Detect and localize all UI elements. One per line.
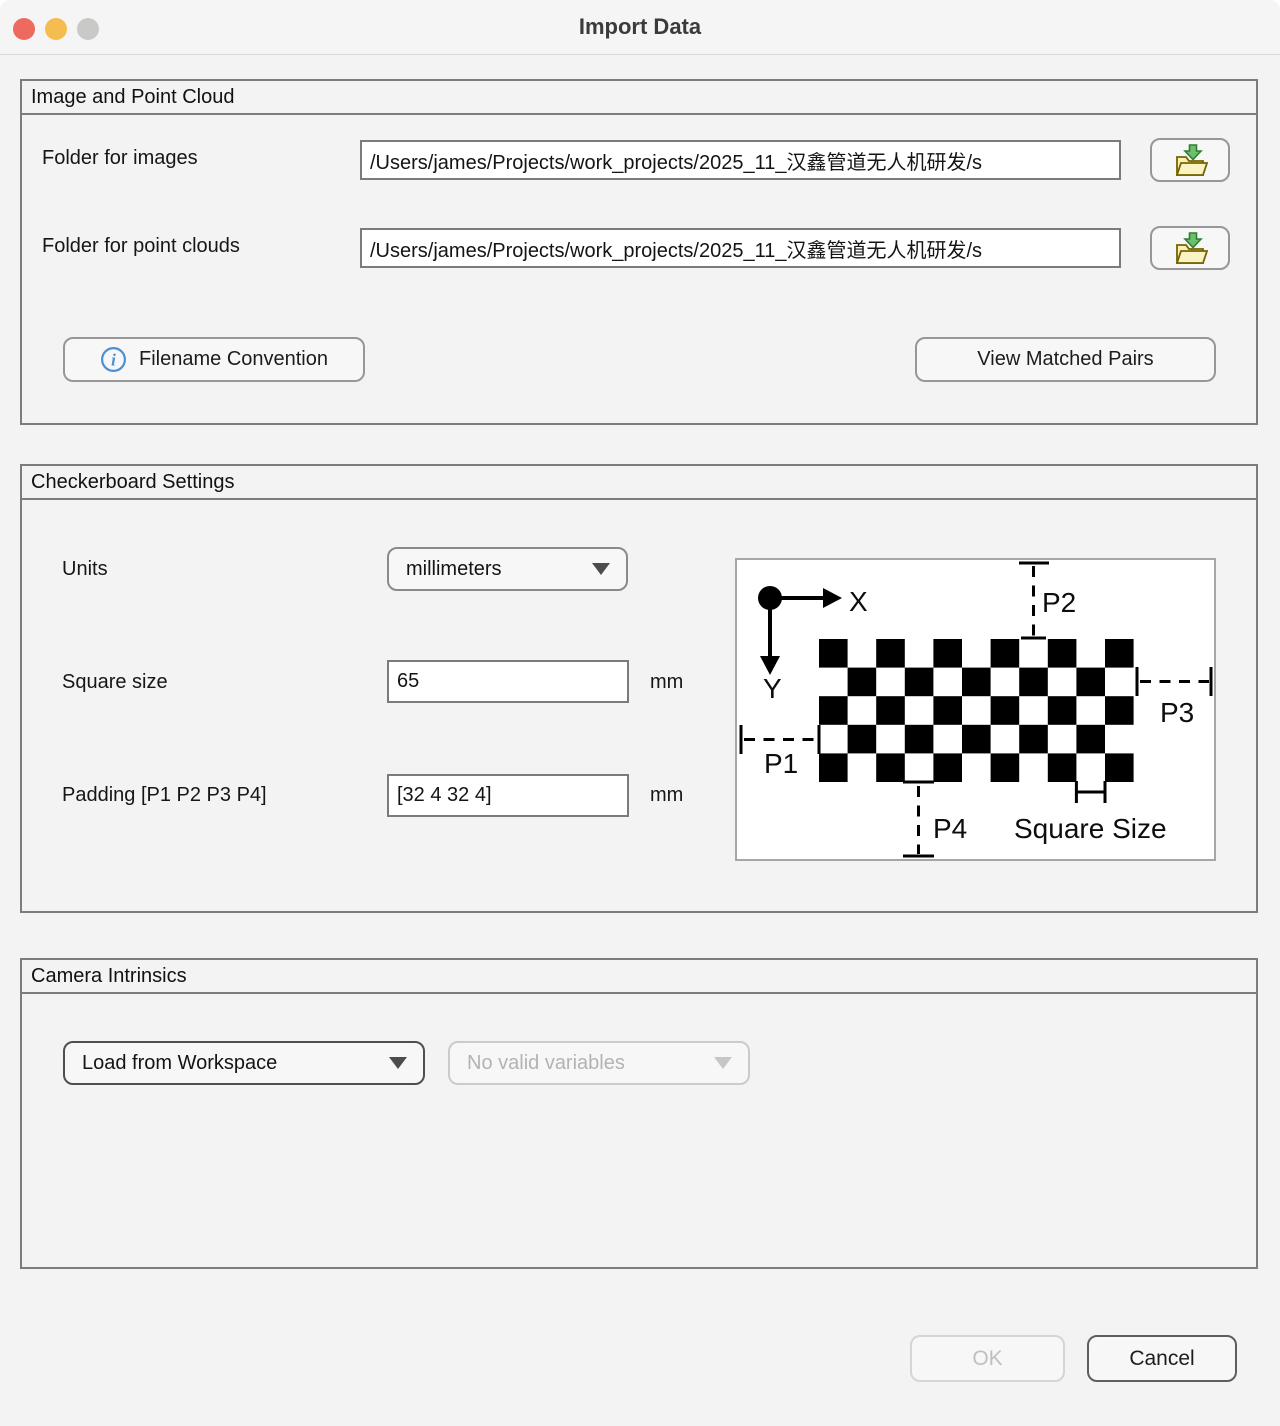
p4-label: P4 (933, 813, 967, 844)
units-label: Units (62, 558, 108, 581)
padding-unit: mm (650, 784, 683, 807)
title-bar: Import Data (0, 0, 1280, 55)
checkerboard-diagram: X Y P2 P3 P1 P4 (735, 558, 1216, 861)
square-size-input[interactable] (387, 660, 629, 703)
chevron-down-icon (389, 1057, 407, 1069)
info-icon: i (100, 346, 127, 373)
p1-label: P1 (764, 748, 798, 779)
checkerboard-squares (819, 639, 1134, 782)
padding-label: Padding [P1 P2 P3 P4] (62, 784, 267, 807)
square-size-unit: mm (650, 671, 683, 694)
cancel-button[interactable]: Cancel (1087, 1335, 1237, 1382)
cancel-button-label: Cancel (1129, 1347, 1194, 1371)
checkerboard-settings-title: Checkerboard Settings (22, 466, 1256, 500)
folder-pointclouds-label: Folder for point clouds (42, 235, 240, 258)
folder-pointclouds-input[interactable] (360, 228, 1121, 268)
view-matched-pairs-label: View Matched Pairs (977, 348, 1153, 371)
checkerboard-diagram-svg: X Y P2 P3 P1 P4 (737, 560, 1214, 859)
svg-text:i: i (111, 351, 116, 370)
import-data-dialog: Import Data Image and Point Cloud Folder… (0, 0, 1280, 1426)
intrinsics-variable-dropdown: No valid variables (448, 1041, 750, 1085)
ok-button-label: OK (972, 1347, 1002, 1371)
browse-pointclouds-button[interactable] (1150, 226, 1230, 270)
intrinsics-source-value: Load from Workspace (82, 1052, 277, 1075)
browse-images-button[interactable] (1150, 138, 1230, 182)
intrinsics-variable-value: No valid variables (467, 1052, 625, 1075)
folder-images-input[interactable] (360, 140, 1121, 180)
square-size-diagram-label: Square Size (1014, 813, 1167, 844)
filename-convention-label: Filename Convention (139, 348, 328, 371)
chevron-down-icon (592, 563, 610, 575)
intrinsics-source-dropdown[interactable]: Load from Workspace (63, 1041, 425, 1085)
window-title: Import Data (0, 14, 1280, 40)
y-axis-label: Y (763, 673, 782, 704)
camera-intrinsics-title: Camera Intrinsics (22, 960, 1256, 994)
filename-convention-button[interactable]: i Filename Convention (63, 337, 365, 382)
x-arrowhead (823, 588, 842, 608)
folder-images-label: Folder for images (42, 147, 198, 170)
chevron-down-icon (714, 1057, 732, 1069)
padding-input[interactable] (387, 774, 629, 817)
units-dropdown[interactable]: millimeters (387, 547, 628, 591)
camera-intrinsics-group: Camera Intrinsics (20, 958, 1258, 1269)
square-size-label: Square size (62, 671, 168, 694)
view-matched-pairs-button[interactable]: View Matched Pairs (915, 337, 1216, 382)
p3-label: P3 (1160, 697, 1194, 728)
folder-open-icon (1170, 142, 1210, 178)
units-dropdown-value: millimeters (406, 558, 502, 581)
image-point-cloud-title: Image and Point Cloud (22, 81, 1256, 115)
x-axis-label: X (849, 586, 868, 617)
p2-label: P2 (1042, 587, 1076, 618)
folder-open-icon (1170, 230, 1210, 266)
ok-button[interactable]: OK (910, 1335, 1065, 1382)
